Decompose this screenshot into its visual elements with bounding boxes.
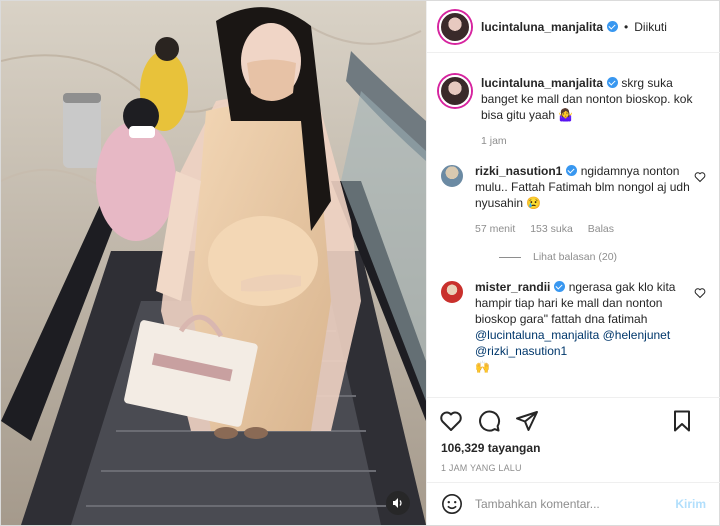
- caption-meta: 1 jam: [481, 133, 696, 149]
- caption-body: lucintaluna_manjalita skrg suka banget k…: [481, 75, 696, 149]
- reply-button[interactable]: Balas: [588, 223, 614, 235]
- comment-like-heart-icon[interactable]: [694, 287, 706, 299]
- comment-input[interactable]: [475, 497, 665, 511]
- comment-item: mister_randii ngerasa gak klo kita hampi…: [439, 279, 706, 375]
- comment-username[interactable]: rizki_nasution1: [475, 164, 562, 178]
- verified-badge-icon: [554, 281, 566, 292]
- caption-username[interactable]: lucintaluna_manjalita: [481, 76, 603, 90]
- comment-emoji: 🙌: [475, 360, 490, 374]
- bookmark-icon[interactable]: [670, 409, 694, 433]
- header-separator: •: [624, 19, 629, 34]
- emoji-icon[interactable]: [441, 493, 463, 515]
- verified-badge-icon: [607, 21, 619, 32]
- mention-link[interactable]: @lucintaluna_manjalita: [475, 328, 599, 342]
- follow-status-button[interactable]: Diikuti: [634, 20, 667, 34]
- replies-divider: [499, 256, 521, 258]
- comment-meta: 57 menit 153 suka Balas: [475, 221, 690, 237]
- comment-icon[interactable]: [477, 409, 501, 433]
- caption-time[interactable]: 1 jam: [481, 135, 507, 147]
- post-author-username[interactable]: lucintaluna_manjalita: [481, 20, 603, 34]
- verified-badge-icon: [607, 77, 619, 88]
- share-icon[interactable]: [515, 409, 539, 433]
- comment-body: rizki_nasution1 ngidamnya nonton mulu.. …: [475, 163, 690, 237]
- mute-toggle-button[interactable]: [386, 491, 410, 515]
- instagram-post-window: lucintaluna_manjalita • Diikuti lucintal…: [0, 0, 720, 526]
- mention-link[interactable]: @helenjunet: [603, 328, 671, 342]
- view-replies-button[interactable]: Lihat balasan (20): [499, 251, 706, 263]
- post-video[interactable]: [1, 1, 426, 525]
- comment-body: mister_randii ngerasa gak klo kita hampi…: [475, 279, 690, 375]
- post-detail-panel: lucintaluna_manjalita • Diikuti lucintal…: [426, 1, 720, 525]
- avatar[interactable]: [439, 10, 471, 43]
- avatar[interactable]: [439, 163, 465, 189]
- heart-icon[interactable]: [439, 409, 463, 433]
- add-comment-bar: Kirim: [427, 482, 720, 525]
- view-count[interactable]: 106,329 tayangan: [441, 441, 540, 455]
- avatar[interactable]: [439, 279, 465, 305]
- verified-badge-icon: [566, 165, 578, 176]
- video-frame: [1, 1, 426, 525]
- comment-like-heart-icon[interactable]: [694, 171, 706, 183]
- mention-link[interactable]: @rizki_nasution1: [475, 344, 567, 358]
- comment-time[interactable]: 57 menit: [475, 223, 515, 235]
- speaker-icon: [393, 498, 402, 508]
- post-timestamp[interactable]: 1 JAM YANG LALU: [441, 463, 522, 473]
- avatar[interactable]: [439, 75, 471, 107]
- view-replies-label: Lihat balasan (20): [533, 251, 618, 263]
- post-header: lucintaluna_manjalita • Diikuti: [427, 1, 720, 53]
- comments-list[interactable]: lucintaluna_manjalita skrg suka banget k…: [427, 53, 720, 393]
- comment-username[interactable]: mister_randii: [475, 280, 550, 294]
- comment-likes[interactable]: 153 suka: [530, 223, 573, 235]
- caption: lucintaluna_manjalita skrg suka banget k…: [439, 75, 706, 149]
- post-actions-bar: [427, 397, 720, 443]
- post-comment-button[interactable]: Kirim: [675, 497, 706, 511]
- comment-item: rizki_nasution1 ngidamnya nonton mulu.. …: [439, 163, 706, 237]
